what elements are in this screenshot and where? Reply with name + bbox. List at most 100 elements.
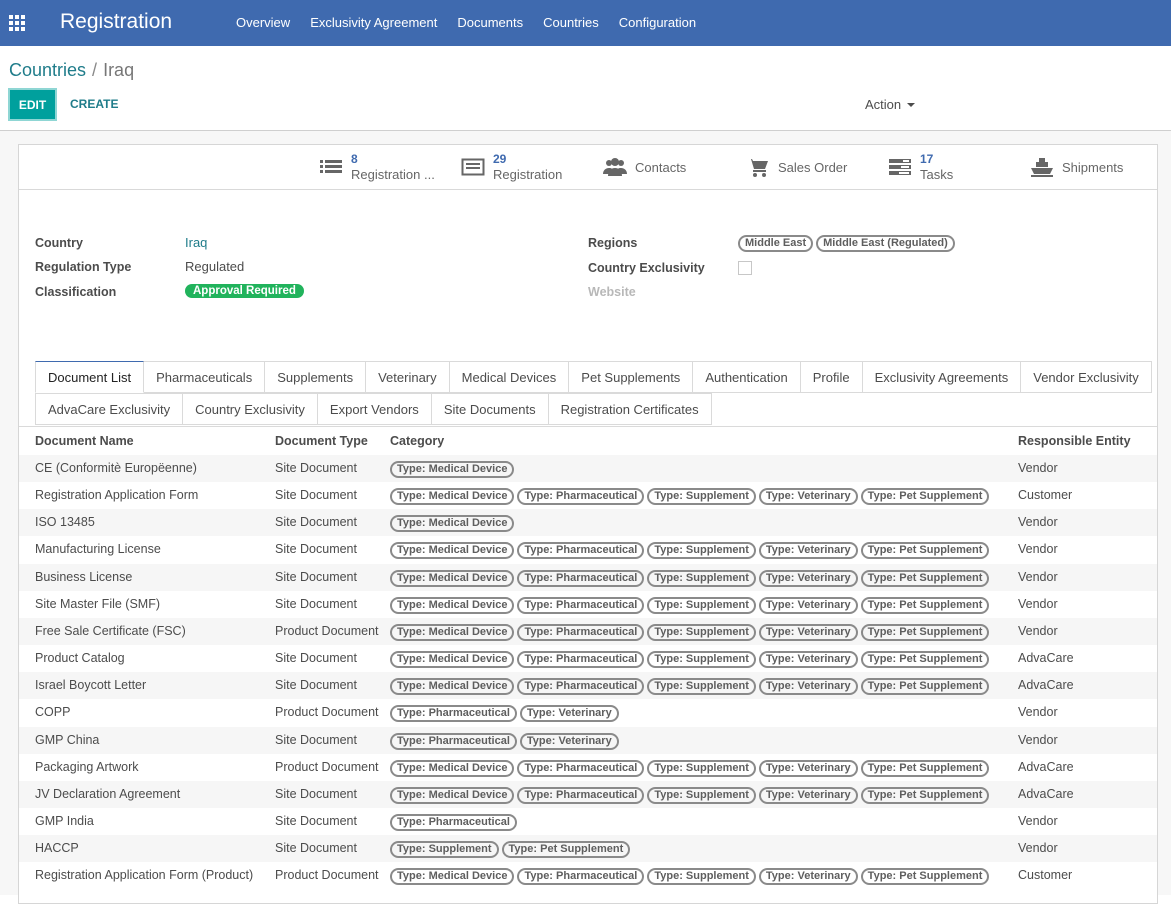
tab-registration-certificates[interactable]: Registration Certificates [548,393,712,425]
tab-vendor-exclusivity[interactable]: Vendor Exclusivity [1021,361,1152,393]
document-type-cell: Site Document [275,678,357,693]
table-row[interactable]: HACCP Site Document Type: Supplement Type: … [19,835,1157,863]
breadcrumb-current: Iraq [103,60,135,80]
table-row[interactable]: Free Sale Certificate (FSC) Product Docum… [19,617,1157,645]
tab-export-vendors[interactable]: Export Vendors [317,393,432,425]
menu-overview[interactable]: Overview [236,15,290,30]
table-row[interactable]: Manufacturing License Site Document Type: … [19,536,1157,563]
tab-pharmaceuticals[interactable]: Pharmaceuticals [144,361,266,393]
category-tag: Type: Pharmaceutical [517,569,645,587]
tab-pet-supplements[interactable]: Pet Supplements [569,361,694,393]
category-tag: Type: Medical Device [390,678,515,696]
registration-button[interactable]: 29 Registration [461,145,562,189]
table-row[interactable]: Business License Site Document Type: Medic… [19,563,1157,591]
category-tag: Type: Pharmaceutical [517,542,645,560]
menu-exclusivity-agreement[interactable]: Exclusivity Agreement [310,15,437,30]
category-tag: Type: Veterinary [758,678,858,696]
table-row[interactable]: Israel Boycott Letter Site Document Type: … [19,672,1157,700]
document-name-cell: Free Sale Certificate (FSC) [35,623,186,638]
apps-grid-icon[interactable] [9,15,27,31]
shipments-button[interactable]: Shipments [1030,145,1123,189]
sales-order-button[interactable]: Sales Order [746,145,847,189]
document-name-cell: Product Catalog [35,651,125,666]
category-tag: Type: Veterinary [758,596,858,614]
table-row[interactable]: GMP India Site Document Type: Pharmaceutic… [19,808,1157,835]
regulation-type-value: Regulated [185,259,245,274]
category-tag: Type: Veterinary [758,488,858,506]
table-row[interactable]: Packaging Artwork Product Document Type: M… [19,754,1157,781]
category-cell: Type: Pharmaceutical Type: Veterinary [390,704,622,723]
category-cell: Type: Pharmaceutical Type: Veterinary [390,732,622,750]
document-type-cell: Site Document [275,841,357,856]
edit-button[interactable]: EDIT [8,88,57,121]
document-name-cell: Manufacturing License [35,542,161,557]
column-document-type[interactable]: Document Type [275,434,368,448]
shipments-label: Shipments [1062,159,1124,175]
table-row[interactable]: Registration Application Form (Product) P… [19,862,1157,889]
category-cell: Type: Pharmaceutical [390,813,520,831]
menu-documents[interactable]: Documents [457,15,523,30]
action-dropdown[interactable]: Action [865,97,916,112]
category-tag: Type: Supplement [647,759,756,777]
tab-site-documents[interactable]: Site Documents [431,393,549,425]
tab-authentication[interactable]: Authentication [693,361,801,393]
tasks-button[interactable]: 17 Tasks [888,145,953,189]
category-tag: Type: Pharmaceutical [390,705,517,723]
top-menu: Overview Exclusivity Agreement Documents… [236,15,696,30]
regions-label: Regions [588,236,638,250]
tab-profile[interactable]: Profile [800,361,863,393]
table-row[interactable]: CE (Conformitè Europëenne) Site Document T… [19,455,1157,482]
tab-document-list[interactable]: Document List [35,361,145,393]
column-responsible-entity[interactable]: Responsible Entity [1018,434,1131,448]
responsible-entity-cell: Customer [1018,868,1073,883]
table-row[interactable]: Site Master File (SMF) Site Document Type:… [19,591,1157,618]
table-row[interactable]: JV Declaration Agreement Site Document Typ… [19,780,1157,808]
table-row[interactable]: Registration Application Form Site Docume… [19,482,1157,509]
document-type-cell: Product Document [275,705,379,720]
users-icon [603,156,627,178]
document-type-cell: Site Document [275,813,357,828]
category-cell: Type: Medical Device Type: Pharmaceutical… [390,759,992,777]
responsible-entity-cell: Vendor [1018,569,1058,584]
website-label: Website [588,285,636,299]
table-row[interactable]: ISO 13485 Site Document Type: Medical Devi… [19,509,1157,537]
column-category[interactable]: Category [390,434,444,448]
document-type-cell: Site Document [275,569,357,584]
registration-lines-button[interactable]: 8 Registration ... [319,145,435,189]
menu-countries[interactable]: Countries [543,15,599,30]
country-label: Country [35,236,83,250]
tab-medical-devices[interactable]: Medical Devices [449,361,570,393]
tab-veterinary[interactable]: Veterinary [366,361,450,393]
responsible-entity-cell: Vendor [1018,623,1058,638]
category-tag: Type: Veterinary [758,759,858,777]
column-document-name[interactable]: Document Name [35,434,134,448]
category-tag: Type: Medical Device [390,515,515,533]
registration-lines-label: Registration ... [351,167,435,182]
breadcrumb: Countries / Iraq [9,60,134,81]
tab-country-exclusivity[interactable]: Country Exclusivity [183,393,318,425]
table-row[interactable]: GMP China Site Document Type: Pharmaceutic… [19,726,1157,754]
registration-label: Registration [493,167,563,182]
tab-supplements[interactable]: Supplements [265,361,367,393]
country-value[interactable]: Iraq [185,235,207,250]
country-exclusivity-checkbox[interactable] [738,261,752,275]
category-tag: Type: Pet Supplement [860,623,990,641]
document-type-cell: Site Document [275,488,357,503]
responsible-entity-cell: Vendor [1018,461,1058,475]
create-button[interactable]: CREATE [70,97,118,111]
tasks-icon [888,156,912,178]
tab-advacare-exclusivity[interactable]: AdvaCare Exclusivity [35,393,184,425]
tab-exclusivity-agreements[interactable]: Exclusivity Agreements [862,361,1022,393]
category-cell: Type: Medical Device Type: Pharmaceutical… [390,623,992,641]
table-row[interactable]: COPP Product Document Type: Pharmaceutical… [19,699,1157,726]
table-row[interactable]: Product Catalog Site Document Type: Medica… [19,645,1157,672]
contacts-button[interactable]: Contacts [603,145,686,189]
category-cell: Type: Medical Device Type: Pharmaceutical… [390,867,992,886]
breadcrumb-countries[interactable]: Countries [9,60,86,80]
category-cell: Type: Medical Device [390,460,517,478]
menu-configuration[interactable]: Configuration [619,15,696,30]
category-cell: Type: Medical Device Type: Pharmaceutical… [390,541,992,560]
document-type-cell: Site Document [275,515,357,530]
document-name-cell: GMP China [35,732,100,747]
document-name-cell: Packaging Artwork [35,759,139,774]
